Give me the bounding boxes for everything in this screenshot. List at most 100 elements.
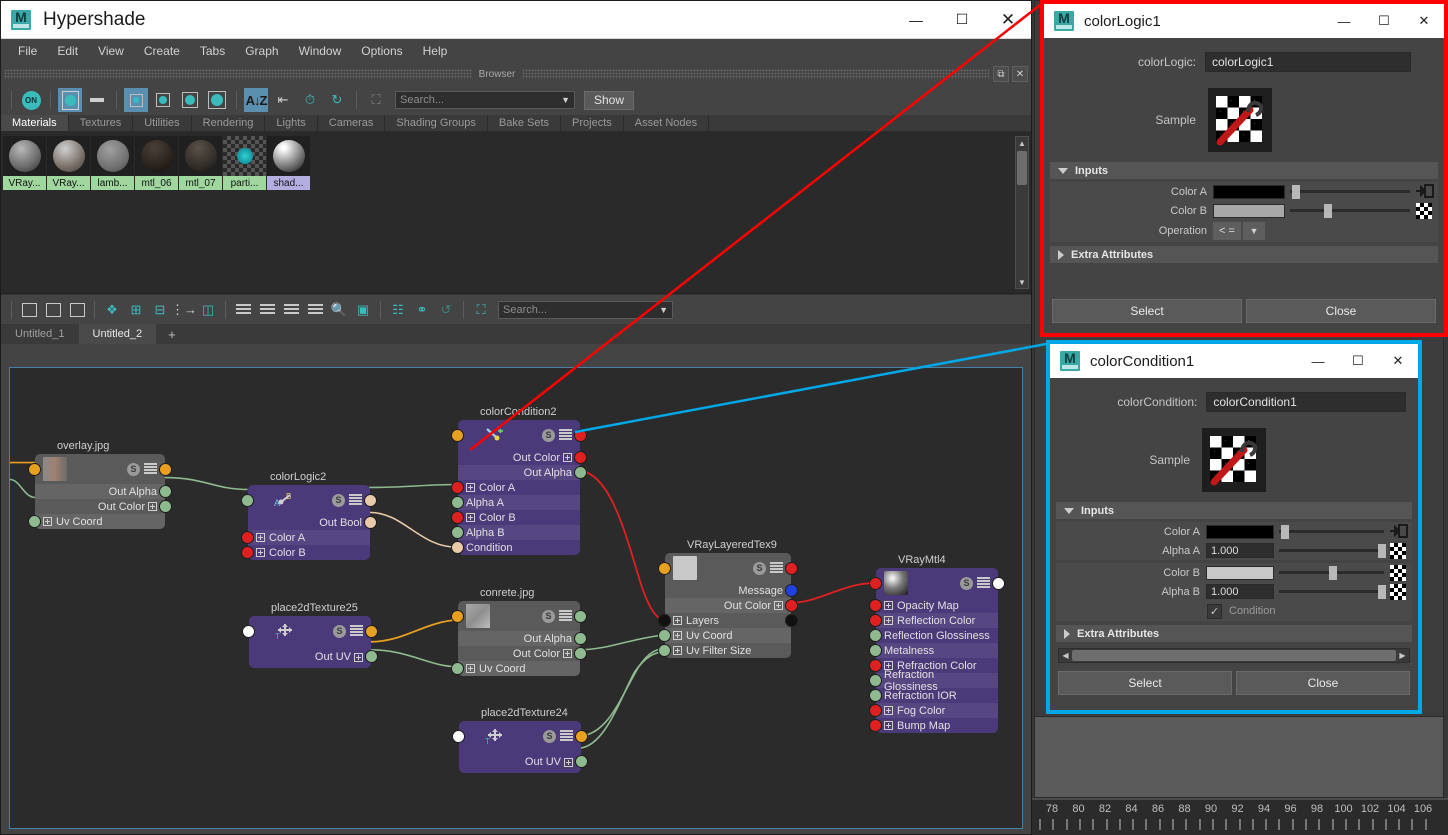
section-inputs-header[interactable]: Inputs [1056,502,1412,519]
browser-tab-lights[interactable]: Lights [265,115,318,131]
value-slider[interactable] [1279,565,1384,580]
operation-value[interactable]: < = [1213,222,1241,240]
map-button-icon[interactable] [1390,583,1406,600]
node-row[interactable]: Metalness [869,643,998,658]
scrollbar-thumb[interactable] [1017,151,1027,185]
condition-checkbox[interactable]: ✓ [1207,603,1222,619]
expand-icon[interactable] [884,706,893,715]
expand-icon[interactable] [563,453,572,462]
node-name-input[interactable]: colorLogic1 [1205,52,1411,72]
expand-icon[interactable] [884,601,893,610]
swatch-size-small-icon[interactable] [151,88,175,112]
menu-item-view[interactable]: View [89,41,133,61]
map-button-icon[interactable] [1416,183,1434,200]
map-button-icon[interactable] [1390,564,1406,581]
port-out-bool[interactable] [364,516,377,529]
close-button[interactable]: Close [1246,299,1436,323]
browser-tab-shading-groups[interactable]: Shading Groups [385,115,488,131]
expand-icon[interactable] [148,502,157,511]
node-colorcondition2[interactable]: colorCondition2 S Out Color Out Alpha Co… [451,406,587,555]
pin-icon[interactable]: ⋮→ [171,299,197,321]
frame-icon[interactable]: ⛶ [364,88,388,112]
menu-item-tabs[interactable]: Tabs [191,41,234,61]
port-out-uv[interactable] [575,755,588,768]
port-in-main[interactable] [28,463,41,476]
node-row[interactable]: Out UV [459,751,588,773]
node-vraylayeredtex9[interactable]: VRayLayeredTex9 S Message Out Color Laye… [658,539,798,658]
select-button[interactable]: Select [1058,671,1232,695]
attributes-badge-icon[interactable] [350,625,363,637]
material-swatch[interactable]: mtl_07 [179,136,222,190]
port-out-color[interactable] [159,500,172,513]
swatch-badge-icon[interactable]: S [333,624,346,638]
port-out-alpha[interactable] [574,466,587,479]
swatch-badge-icon[interactable]: S [960,576,973,590]
attributes-badge-icon[interactable] [144,463,157,475]
swatch-badge-icon[interactable]: S [332,493,345,507]
timeline-ruler[interactable]: 78 80 82 84 86 88 90 92 94 96 98 100 102 104 106 [1030,798,1448,835]
node-row[interactable]: Uv Filter Size [658,643,791,658]
node-row[interactable]: Color B [241,545,370,560]
frame-all-icon[interactable]: ⛶ [470,299,492,321]
port-out-color[interactable] [574,647,587,660]
port-in-refractionglossiness[interactable] [869,674,882,687]
port-in-fogcolor[interactable] [869,704,882,717]
zoom-icon[interactable]: 🔍 [328,299,350,321]
port-in-main[interactable] [241,494,254,507]
drag-handle-right[interactable] [522,69,990,79]
color-swatch[interactable] [1206,524,1274,539]
node-row[interactable]: Uv Coord [28,514,165,529]
port-in-condition[interactable] [451,541,464,554]
expand-icon[interactable] [884,721,893,730]
view-list-icon[interactable] [304,299,326,321]
port-out-main[interactable] [992,577,1005,590]
port-in-main[interactable] [451,429,464,442]
scroll-left-icon[interactable]: ◀ [1059,651,1072,660]
expand-icon[interactable] [256,533,265,542]
on-toggle-icon[interactable]: ON [19,88,43,112]
browser-tab-rendering[interactable]: Rendering [192,115,266,131]
node-row[interactable]: Opacity Map [869,598,998,613]
node-row[interactable]: Refraction IOR [869,688,998,703]
expand-icon[interactable] [673,631,682,640]
snapshot-icon[interactable]: ▣ [352,299,374,321]
drag-handle-left[interactable] [4,69,472,79]
dialog-colorlogic1[interactable]: M colorLogic1 — ☐ ✕ colorLogic: colorLog… [1040,0,1448,337]
node-row[interactable]: Uv Coord [451,661,580,676]
menu-item-graph[interactable]: Graph [236,41,287,61]
swatch-badge-icon[interactable]: S [543,729,556,743]
node-conrete[interactable]: conrete.jpg S Out Alpha Out Color Uv Coo… [451,587,587,676]
output-connections-icon[interactable] [66,299,88,321]
port-in-main[interactable] [452,730,465,743]
attributes-badge-icon[interactable] [559,610,572,622]
remove-selected-icon[interactable]: ⊟ [149,299,171,321]
chevron-down-icon[interactable]: ▼ [1243,222,1265,240]
value-input[interactable]: 1.000 [1206,584,1274,599]
port-in-colora[interactable] [241,531,254,544]
port-in-uvfiltersize[interactable] [658,644,671,657]
maximize-icon[interactable]: ☐ [1364,4,1404,38]
value-slider[interactable] [1290,203,1410,218]
sort-type-icon[interactable]: ⇤ [271,88,295,112]
node-place2dtexture25[interactable]: place2dTexture25 T S Out UV [242,602,378,668]
port-in-uvcoord[interactable] [658,629,671,642]
port-in-reflectioncolor[interactable] [869,614,882,627]
color-swatch[interactable] [1206,565,1274,580]
expand-icon[interactable] [563,649,572,658]
browser-tab-cameras[interactable]: Cameras [318,115,386,131]
node-body[interactable]: S Message Out Color Layers Uv Coord Uv F… [658,553,798,658]
grid-icon[interactable]: ☷ [387,299,409,321]
chevron-down-icon[interactable]: ▼ [561,95,570,105]
node-row[interactable]: Out Alpha [458,465,587,480]
node-body[interactable]: T S Out UV [452,721,588,773]
dialog-colorcondition1[interactable]: M colorCondition1 — ☐ ✕ colorCondition: … [1046,340,1422,714]
browser-vertical-scrollbar[interactable]: ▲ ▼ [1015,136,1029,289]
map-button-icon[interactable] [1416,202,1432,219]
node-row[interactable]: Message [665,583,798,598]
value-input[interactable]: 1.000 [1206,543,1274,558]
scrollbar-thumb[interactable] [1072,650,1396,661]
node-row[interactable]: Out Alpha [35,484,172,499]
dialog-horizontal-scrollbar[interactable]: ◀ ▶ [1058,648,1410,663]
undo-icon[interactable]: ↺ [435,299,457,321]
port-out-color[interactable] [574,451,587,464]
